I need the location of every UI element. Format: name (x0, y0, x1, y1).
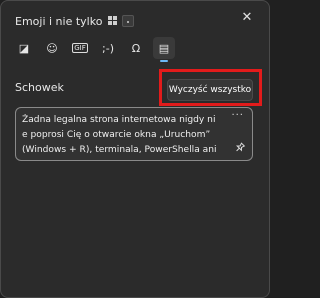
pin-icon[interactable] (231, 140, 247, 156)
more-options-icon[interactable]: ··· (231, 110, 244, 121)
window-title: Emoji i nie tylko (15, 14, 103, 28)
category-tabs: ◪ ☺ GIF ;-) Ω ▤ (13, 37, 175, 62)
windows-key-icon (108, 16, 118, 26)
titlebar: Emoji i nie tylko (15, 13, 135, 29)
gif-icon: GIF (72, 43, 88, 53)
clipboard-section-label: Schowek (15, 81, 64, 94)
tab-gif[interactable]: GIF (69, 37, 91, 59)
clipboard-item-line: Żadna legalna strona internetowa nigdy n… (22, 115, 216, 125)
kaomoji-icon: ;-) (102, 41, 114, 55)
clipboard-icon: ▤ (158, 41, 170, 55)
smiley-icon: ☺ (46, 41, 58, 55)
period-key-icon (122, 15, 135, 27)
tab-emoji[interactable]: ☺ (41, 37, 63, 59)
clipboard-item-line: e poprosi Cię o otwarcie okna „Uruchom” (22, 130, 211, 140)
tab-recent-stickers[interactable]: ◪ (13, 37, 35, 59)
sticker-icon: ◪ (18, 41, 30, 55)
clipboard-item-text: Żadna legalna strona internetowa nigdy n… (22, 113, 232, 158)
symbols-icon: Ω (131, 41, 141, 55)
tab-clipboard[interactable]: ▤ (153, 37, 175, 62)
pin-icon-graphic (236, 142, 246, 152)
clipboard-item-line: (Windows + R), terminala, PowerShella an… (22, 145, 217, 155)
tab-symbols[interactable]: Ω (125, 37, 147, 59)
tab-kaomoji[interactable]: ;-) (97, 37, 119, 59)
clipboard-item[interactable]: Żadna legalna strona internetowa nigdy n… (15, 107, 253, 161)
emoji-panel-window: Emoji i nie tylko ✕ ◪ ☺ GIF ;-) Ω ▤ Scho… (0, 0, 270, 298)
close-button[interactable]: ✕ (239, 10, 255, 26)
highlight-frame (159, 69, 262, 106)
